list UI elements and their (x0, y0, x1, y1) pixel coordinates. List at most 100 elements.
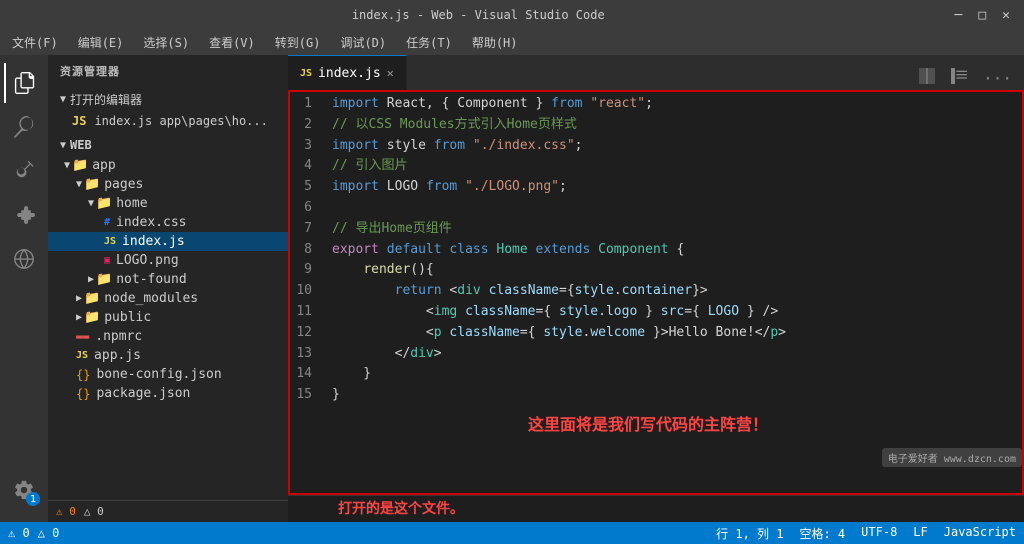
code-line-13: </div> (332, 344, 1024, 365)
menu-edit[interactable]: 编辑(E) (74, 32, 128, 53)
menu-help[interactable]: 帮助(H) (468, 32, 522, 53)
folder-nm-chevron: ▶ (76, 293, 82, 304)
folder-node-modules[interactable]: ▶ 📁 node_modules (48, 289, 288, 308)
png-icon: ▣ (104, 255, 110, 266)
folder-pages[interactable]: ▼ 📁 pages (48, 175, 288, 194)
status-language[interactable]: JavaScript (944, 525, 1016, 542)
code-line-1: import React, { Component } from "react"… (332, 94, 1024, 115)
folder-not-found[interactable]: ▶ 📁 not-found (48, 270, 288, 289)
npmrc-icon: ▬▬ (76, 330, 89, 343)
menu-select[interactable]: 选择(S) (139, 32, 193, 53)
bottom-annotation-container: 打开的是这个文件。 (288, 495, 1024, 522)
line-numbers: 12345 678910 1112131415 (288, 90, 328, 495)
css-icon: # (104, 217, 110, 228)
folder-home[interactable]: ▼ 📁 home (48, 194, 288, 213)
activity-git[interactable] (4, 151, 44, 191)
status-spaces[interactable]: 空格: 4 (799, 525, 845, 542)
status-encoding[interactable]: UTF-8 (861, 525, 897, 542)
activity-search[interactable] (4, 107, 44, 147)
file-package-json[interactable]: {} package.json (48, 384, 288, 403)
code-line-7: // 导出Home页组件 (332, 219, 1024, 240)
status-warnings[interactable]: △ 0 (38, 526, 60, 540)
status-line[interactable]: 行 1, 列 1 (716, 525, 783, 542)
code-line-5: import LOGO from "./LOGO.png"; (332, 177, 1024, 198)
tab-index-js[interactable]: JS index.js ✕ (288, 55, 407, 90)
tab-close-btn[interactable]: ✕ (387, 66, 394, 80)
code-lines: import React, { Component } from "react"… (328, 90, 1024, 495)
open-file-item[interactable]: JS index.js app\pages\ho... (48, 112, 288, 130)
menu-goto[interactable]: 转到(G) (271, 32, 325, 53)
file-app-js[interactable]: JS app.js (48, 346, 288, 365)
code-line-2: // 以CSS Modules方式引入Home页样式 (332, 115, 1024, 136)
code-line-3: import style from "./index.css"; (332, 136, 1024, 157)
folder-public[interactable]: ▶ 📁 public (48, 308, 288, 327)
title-bar: index.js - Web - Visual Studio Code ─ □ … (0, 0, 1024, 30)
folder-home-label: home (116, 196, 147, 211)
file-bone-config[interactable]: {} bone-config.json (48, 365, 288, 384)
file-logo-png[interactable]: ▣ LOGO.png (48, 251, 288, 270)
folder-not-found-label: not-found (116, 272, 186, 287)
project-section[interactable]: ▼ WEB (48, 134, 288, 156)
activity-remote[interactable] (4, 239, 44, 279)
file-index-css-label: index.css (116, 215, 186, 230)
project-name: WEB (70, 138, 92, 152)
settings-badge: 1 (26, 492, 40, 506)
folder-not-found-icon: 📁 (96, 272, 112, 287)
menu-view[interactable]: 查看(V) (205, 32, 259, 53)
toggle-sidebar-btn[interactable] (947, 66, 971, 90)
open-file-label: index.js app\pages\ho... (94, 114, 267, 128)
folder-pages-label: pages (104, 177, 143, 192)
folder-nm-icon: 📁 (84, 291, 100, 306)
menu-task[interactable]: 任务(T) (402, 32, 456, 53)
boneconfig-icon: {} (76, 368, 90, 382)
folder-home-icon: 📁 (96, 196, 112, 211)
main-layout: 1 资源管理器 ▼ 打开的编辑器 JS index.js app\pages\h… (0, 55, 1024, 522)
appjs-icon: JS (76, 350, 88, 361)
warning-count: △ 0 (84, 505, 104, 518)
close-button[interactable]: ✕ (996, 8, 1016, 23)
status-line-ending[interactable]: LF (913, 525, 927, 542)
code-line-12: <p className={ style.welcome }>Hello Bon… (332, 323, 1024, 344)
title-text: index.js - Web - Visual Studio Code (8, 8, 949, 22)
folder-app-label: app (92, 158, 115, 173)
folder-app[interactable]: ▼ 📁 app (48, 156, 288, 175)
open-editors-label: 打开的编辑器 (70, 91, 142, 108)
tab-icon: JS (300, 68, 312, 79)
project-chevron: ▼ (60, 140, 66, 151)
tab-label: index.js (318, 66, 381, 81)
activity-extensions[interactable] (4, 195, 44, 235)
packagejson-icon: {} (76, 387, 90, 401)
code-line-10: return <div className={style.container}> (332, 281, 1024, 302)
menu-file[interactable]: 文件(F) (8, 32, 62, 53)
activity-explorer[interactable] (4, 63, 44, 103)
tab-bar: JS index.js ✕ ··· (288, 55, 1024, 90)
file-index-js[interactable]: JS index.js (48, 232, 288, 251)
file-index-css[interactable]: # index.css (48, 213, 288, 232)
status-errors[interactable]: ⚠ 0 (8, 526, 30, 540)
open-editors-chevron: ▼ (60, 94, 66, 105)
minimize-button[interactable]: ─ (949, 8, 969, 23)
folder-not-found-chevron: ▶ (88, 274, 94, 285)
folder-nm-label: node_modules (104, 291, 198, 306)
folder-pub-label: public (104, 310, 151, 325)
sidebar: 资源管理器 ▼ 打开的编辑器 JS index.js app\pages\ho.… (48, 55, 288, 522)
file-logo-label: LOGO.png (116, 253, 179, 268)
open-editors-section[interactable]: ▼ 打开的编辑器 (48, 87, 288, 112)
editor-area: JS index.js ✕ ··· 12345 67891 (288, 55, 1024, 522)
file-npmrc[interactable]: ▬▬ .npmrc (48, 327, 288, 346)
code-line-14: } (332, 364, 1024, 385)
js-icon: JS (104, 236, 116, 247)
file-app-js-label: app.js (94, 348, 141, 363)
menu-bar: 文件(F) 编辑(E) 选择(S) 查看(V) 转到(G) 调试(D) 任务(T… (0, 30, 1024, 55)
status-bar: ⚠ 0 △ 0 行 1, 列 1 空格: 4 UTF-8 LF JavaScri… (0, 522, 1024, 544)
folder-home-chevron: ▼ (88, 198, 94, 209)
menu-debug[interactable]: 调试(D) (336, 32, 390, 53)
split-editor-btn[interactable] (915, 66, 939, 90)
code-line-4: // 引入图片 (332, 156, 1024, 177)
activity-settings[interactable]: 1 (4, 470, 44, 510)
file-package-json-label: package.json (96, 386, 190, 401)
folder-app-chevron: ▼ (64, 160, 70, 171)
folder-pub-chevron: ▶ (76, 312, 82, 323)
more-actions-btn[interactable]: ··· (979, 67, 1016, 90)
maximize-button[interactable]: □ (972, 8, 992, 23)
